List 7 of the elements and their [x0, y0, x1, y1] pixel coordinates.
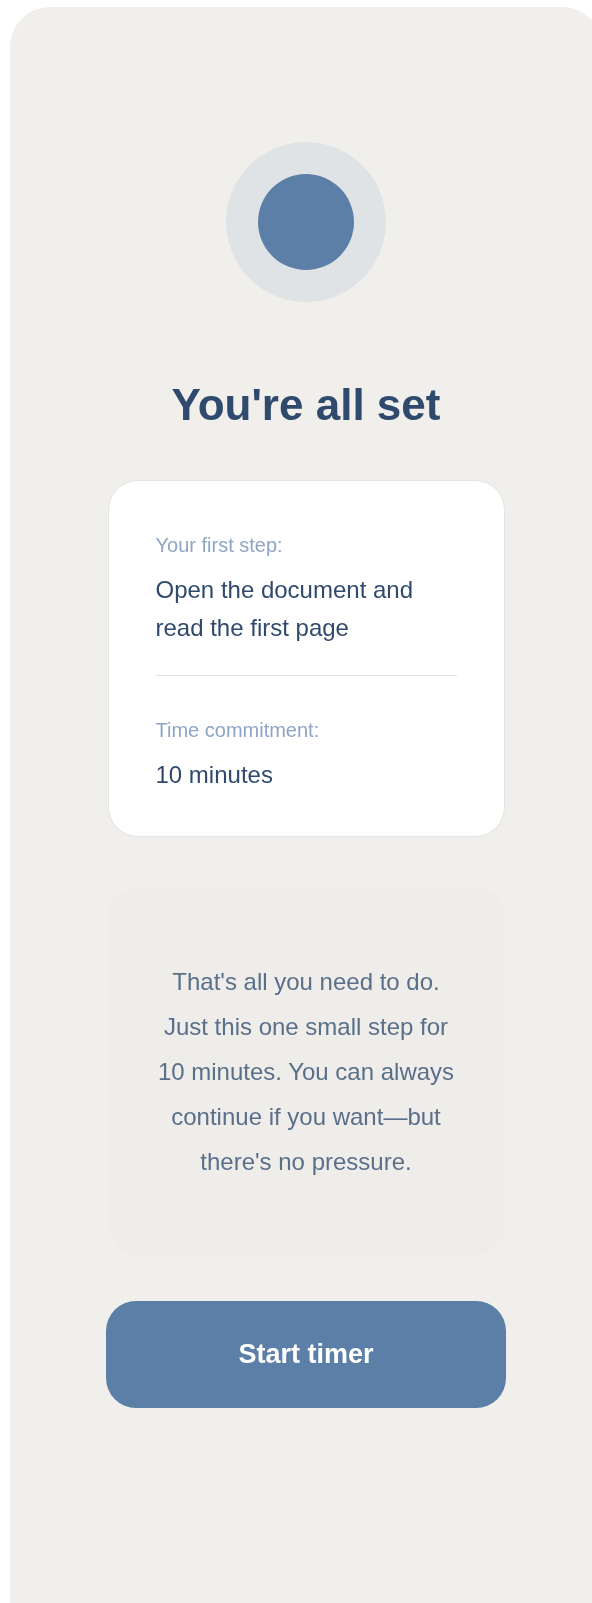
message-text: That's all you need to do. Just this one small step for 10 minutes. You can always continue if you want—but there's no pressure.	[156, 966, 456, 1177]
detail-value: 10 minutes	[155, 760, 274, 790]
start-timer-button[interactable]: Start timer	[106, 1301, 506, 1408]
heading: You're all set	[171, 379, 441, 431]
detail-label: Time commitment:	[155, 718, 321, 743]
detail-value: Open the document and read the first page	[155, 575, 415, 643]
detail-label: Your first step:	[155, 533, 284, 558]
